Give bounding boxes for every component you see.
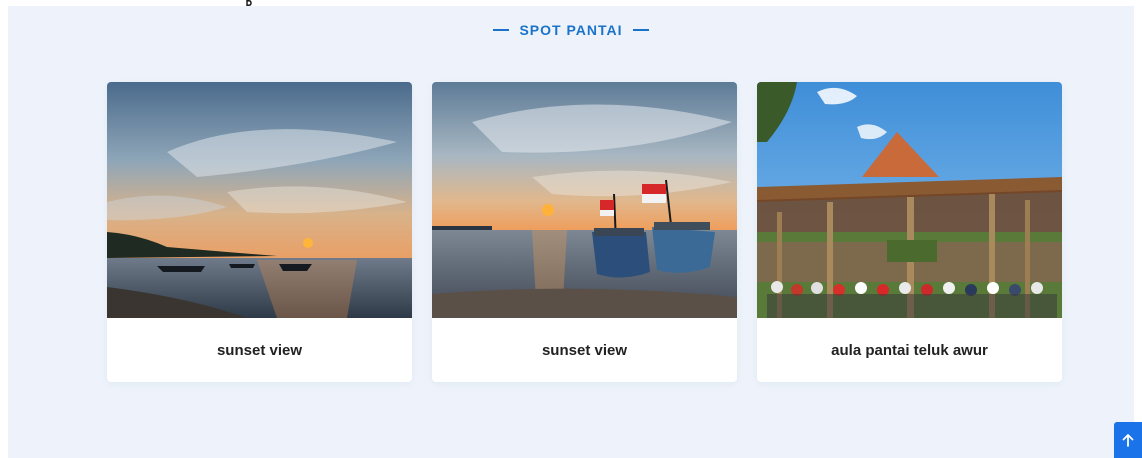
card-caption: aula pantai teluk awur (831, 341, 988, 359)
title-dash-right (632, 29, 649, 32)
spot-pantai-section: SPOT PANTAI sunset view sunset view aula… (8, 6, 1134, 458)
wooden-pavilion-gathering-photo (757, 82, 1062, 318)
gallery-card-2[interactable]: sunset view (432, 82, 737, 382)
section-title: SPOT PANTAI (8, 22, 1134, 38)
arrow-up-icon (1122, 434, 1134, 447)
gallery-card-1[interactable]: sunset view (107, 82, 412, 382)
card-caption: sunset view (541, 341, 628, 359)
section-title-text: SPOT PANTAI (519, 22, 623, 38)
back-to-top-button[interactable] (1114, 422, 1142, 458)
title-dash-left (493, 29, 510, 32)
card-caption: sunset view (216, 341, 303, 359)
beach-sunset-flagged-boats-photo (432, 82, 737, 318)
gallery-card-3[interactable]: aula pantai teluk awur (757, 82, 1062, 382)
beach-sunset-boats-photo (107, 82, 412, 318)
